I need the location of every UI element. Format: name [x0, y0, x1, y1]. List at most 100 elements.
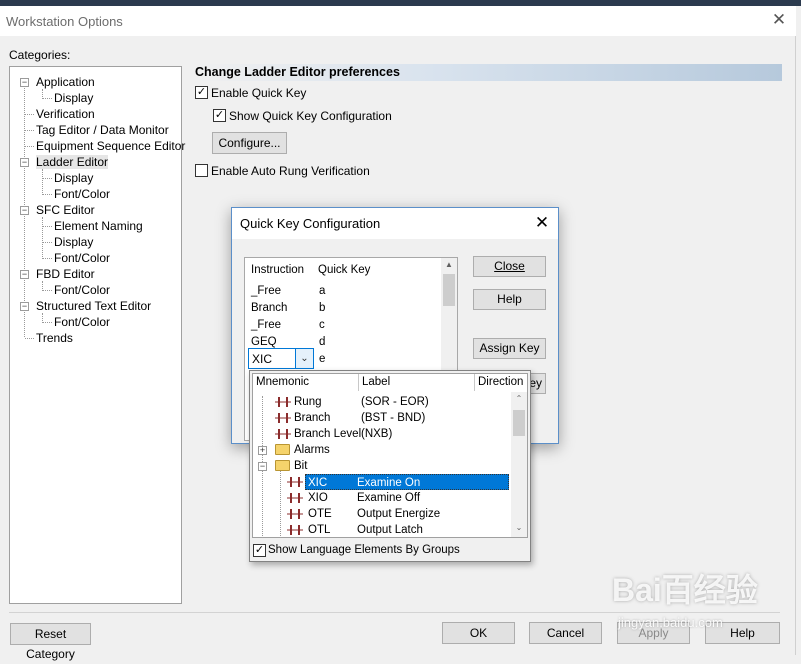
dropdown-item-label: (BST - BND): [361, 412, 426, 424]
close-icon[interactable]: ✕: [770, 10, 788, 30]
dropdown-item-label: Output Latch: [357, 524, 423, 536]
scroll-thumb[interactable]: [513, 410, 525, 436]
separator: [9, 612, 780, 613]
dropdown-item-mnemonic: OTL: [308, 524, 331, 536]
tree-line: [43, 258, 52, 259]
column-mnemonic[interactable]: Mnemonic: [253, 374, 359, 391]
dropdown-item-mnemonic: XIC: [308, 477, 328, 489]
tree-line: [43, 322, 52, 323]
tree-item-sfc-font-color[interactable]: Font/Color: [54, 250, 110, 266]
reset-category-button[interactable]: Reset Category: [10, 623, 91, 661]
column-label[interactable]: Label: [359, 374, 475, 391]
tree-line: [25, 114, 34, 115]
scroll-down-icon[interactable]: ⌄: [511, 523, 527, 532]
dropdown-item-label: (SOR - EOR): [361, 396, 429, 408]
collapse-icon[interactable]: −: [20, 78, 29, 87]
quick-key-row-instruction[interactable]: Branch: [251, 302, 287, 314]
collapse-icon[interactable]: −: [20, 302, 29, 311]
dropdown-item-label: Output Energize: [357, 508, 441, 520]
enable-auto-rung-label[interactable]: Enable Auto Rung Verification: [211, 164, 370, 178]
show-groups-label[interactable]: Show Language Elements By Groups: [268, 544, 460, 556]
window-title: Workstation Options: [6, 14, 123, 29]
tree-line: [43, 98, 52, 99]
cancel-button[interactable]: Cancel: [529, 622, 602, 644]
scroll-up-icon[interactable]: ⌃: [511, 394, 527, 403]
tree-line: [25, 338, 34, 339]
quick-key-row-key: c: [319, 319, 325, 331]
dropdown-item-mnemonic: XIO: [308, 492, 328, 504]
dialog-help-button[interactable]: Help: [473, 289, 546, 310]
column-direction[interactable]: Direction: [475, 374, 527, 391]
collapse-icon[interactable]: −: [258, 462, 267, 471]
scroll-thumb[interactable]: [443, 274, 455, 306]
scroll-up-icon[interactable]: ▲: [441, 260, 457, 269]
dropdown-item-mnemonic: Bit: [294, 460, 308, 472]
enable-auto-rung-checkbox[interactable]: [195, 164, 208, 177]
tree-item-application-display[interactable]: Display: [54, 90, 93, 106]
show-groups-checkbox[interactable]: ✓: [253, 544, 266, 557]
tree-item-ladder-editor[interactable]: Ladder Editor: [36, 154, 109, 170]
coil-icon: [287, 525, 303, 535]
collapse-icon[interactable]: −: [20, 158, 29, 167]
quick-key-row-instruction[interactable]: _Free: [251, 285, 281, 297]
enable-quick-key-checkbox[interactable]: ✓: [195, 86, 208, 99]
show-quick-key-config-checkbox[interactable]: ✓: [213, 109, 226, 122]
quick-key-row-instruction[interactable]: _Free: [251, 319, 281, 331]
quick-key-row-key: a: [319, 285, 326, 297]
tree-item-ladder-display[interactable]: Display: [54, 170, 93, 186]
tree-line: [43, 194, 52, 195]
tree-item-ladder-font-color[interactable]: Font/Color: [54, 186, 110, 202]
enable-quick-key-label[interactable]: Enable Quick Key: [211, 86, 306, 100]
dialog-title-bar: Quick Key Configuration ✕: [232, 208, 558, 239]
dropdown-item-label: Examine Off: [357, 492, 421, 504]
tree-item-trends[interactable]: Trends: [36, 330, 73, 346]
contact-icon: [287, 493, 303, 503]
branch-icon: [275, 413, 291, 423]
tree-item-fbd-editor[interactable]: FBD Editor: [36, 266, 95, 282]
branch-level-icon: [275, 429, 291, 439]
dropdown-scrollbar[interactable]: ⌃ ⌄: [511, 392, 527, 537]
tree-item-verification[interactable]: Verification: [36, 106, 95, 122]
tree-item-element-naming[interactable]: Element Naming: [54, 218, 143, 234]
dropdown-item-mnemonic: Alarms: [294, 444, 330, 456]
categories-label: Categories:: [9, 48, 71, 62]
contact-icon: [287, 477, 303, 487]
watermark-logo: Bai百经验: [612, 572, 758, 608]
tree-item-tag-editor[interactable]: Tag Editor / Data Monitor: [36, 122, 169, 138]
collapse-icon[interactable]: −: [20, 270, 29, 279]
quick-key-row-instruction[interactable]: GEQ: [251, 336, 277, 348]
dropdown-item-label: (NXB): [361, 428, 393, 440]
configure-button[interactable]: Configure...: [212, 132, 287, 154]
show-quick-key-config-label[interactable]: Show Quick Key Configuration: [229, 109, 392, 123]
expand-icon[interactable]: +: [258, 446, 267, 455]
tree-item-equipment-sequence-editor[interactable]: Equipment Sequence Editor: [36, 138, 185, 154]
assign-key-button[interactable]: Assign Key: [473, 338, 546, 359]
dropdown-item-mnemonic: Branch Level: [294, 428, 362, 440]
ok-button[interactable]: OK: [442, 622, 515, 644]
quick-key-row-key: b: [319, 302, 326, 314]
chevron-down-icon[interactable]: ⌄: [295, 349, 313, 368]
categories-tree[interactable]: − Application Display Verification Tag E…: [9, 66, 185, 604]
close-button[interactable]: Close: [473, 256, 546, 277]
instruction-combobox[interactable]: XIC ⌄: [248, 348, 314, 369]
close-button-label: Close: [494, 259, 525, 273]
column-instruction: Instruction: [251, 264, 305, 276]
dropdown-item-xic[interactable]: XIC Examine On: [283, 474, 511, 490]
tree-item-sfc-editor[interactable]: SFC Editor: [36, 202, 95, 218]
tree-item-fbd-font-color[interactable]: Font/Color: [54, 282, 110, 298]
tree-item-st-font-color[interactable]: Font/Color: [54, 314, 110, 330]
tree-line: [25, 146, 34, 147]
close-icon[interactable]: ✕: [532, 212, 552, 234]
instruction-tree[interactable]: Mnemonic Label Direction Rung (SOR - EOR…: [252, 373, 528, 538]
rung-icon: [275, 397, 291, 407]
tree-line: [43, 226, 52, 227]
tree-line: [25, 130, 34, 131]
combobox-value[interactable]: XIC: [252, 352, 272, 366]
tree-line: [280, 470, 281, 536]
collapse-icon[interactable]: −: [20, 206, 29, 215]
tree-item-application[interactable]: Application: [36, 74, 95, 90]
quick-key-row-key: e: [319, 353, 326, 365]
tree-item-sfc-display[interactable]: Display: [54, 234, 93, 250]
dialog-title: Quick Key Configuration: [240, 216, 381, 231]
tree-item-structured-text-editor[interactable]: Structured Text Editor: [36, 298, 151, 314]
